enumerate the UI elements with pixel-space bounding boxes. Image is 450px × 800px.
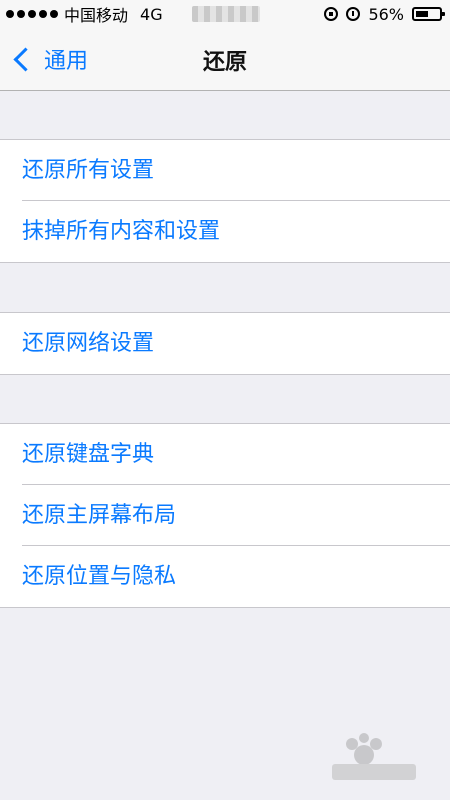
rotation-lock-icon xyxy=(324,7,339,21)
blurred-time xyxy=(192,6,260,22)
reset-location-privacy-row[interactable]: 还原位置与隐私 xyxy=(0,546,450,607)
page-title: 还原 xyxy=(202,50,247,75)
battery-icon xyxy=(412,7,445,21)
reset-keyboard-dictionary-row[interactable]: 还原键盘字典 xyxy=(0,424,450,485)
signal-dot xyxy=(17,10,25,18)
reset-group-1: 还原所有设置 抹掉所有内容和设置 xyxy=(0,139,450,263)
reset-all-settings-row[interactable]: 还原所有设置 xyxy=(0,140,450,201)
signal-dot xyxy=(6,10,14,18)
signal-dot xyxy=(28,10,36,18)
erase-all-content-and-settings-row[interactable]: 抹掉所有内容和设置 xyxy=(0,201,450,262)
network-type: 4G xyxy=(140,4,163,24)
battery-percentage: 56% xyxy=(368,4,404,24)
navigation-bar: 通用 还原 xyxy=(0,28,450,91)
alarm-icon xyxy=(346,7,361,21)
reset-group-3: 还原键盘字典 还原主屏幕布局 还原位置与隐私 xyxy=(0,423,450,608)
battery-fill xyxy=(416,11,428,17)
signal-strength-icon xyxy=(6,10,58,18)
reset-network-settings-row[interactable]: 还原网络设置 xyxy=(0,313,450,374)
signal-dot xyxy=(39,10,47,18)
reset-group-2: 还原网络设置 xyxy=(0,312,450,375)
status-right: 56% xyxy=(324,0,445,28)
reset-home-screen-layout-row[interactable]: 还原主屏幕布局 xyxy=(0,485,450,546)
watermark-logo xyxy=(332,733,416,780)
status-bar: 中国移动 4G 56% xyxy=(0,0,450,28)
signal-dot xyxy=(50,10,58,18)
carrier-name: 中国移动 xyxy=(64,6,129,25)
